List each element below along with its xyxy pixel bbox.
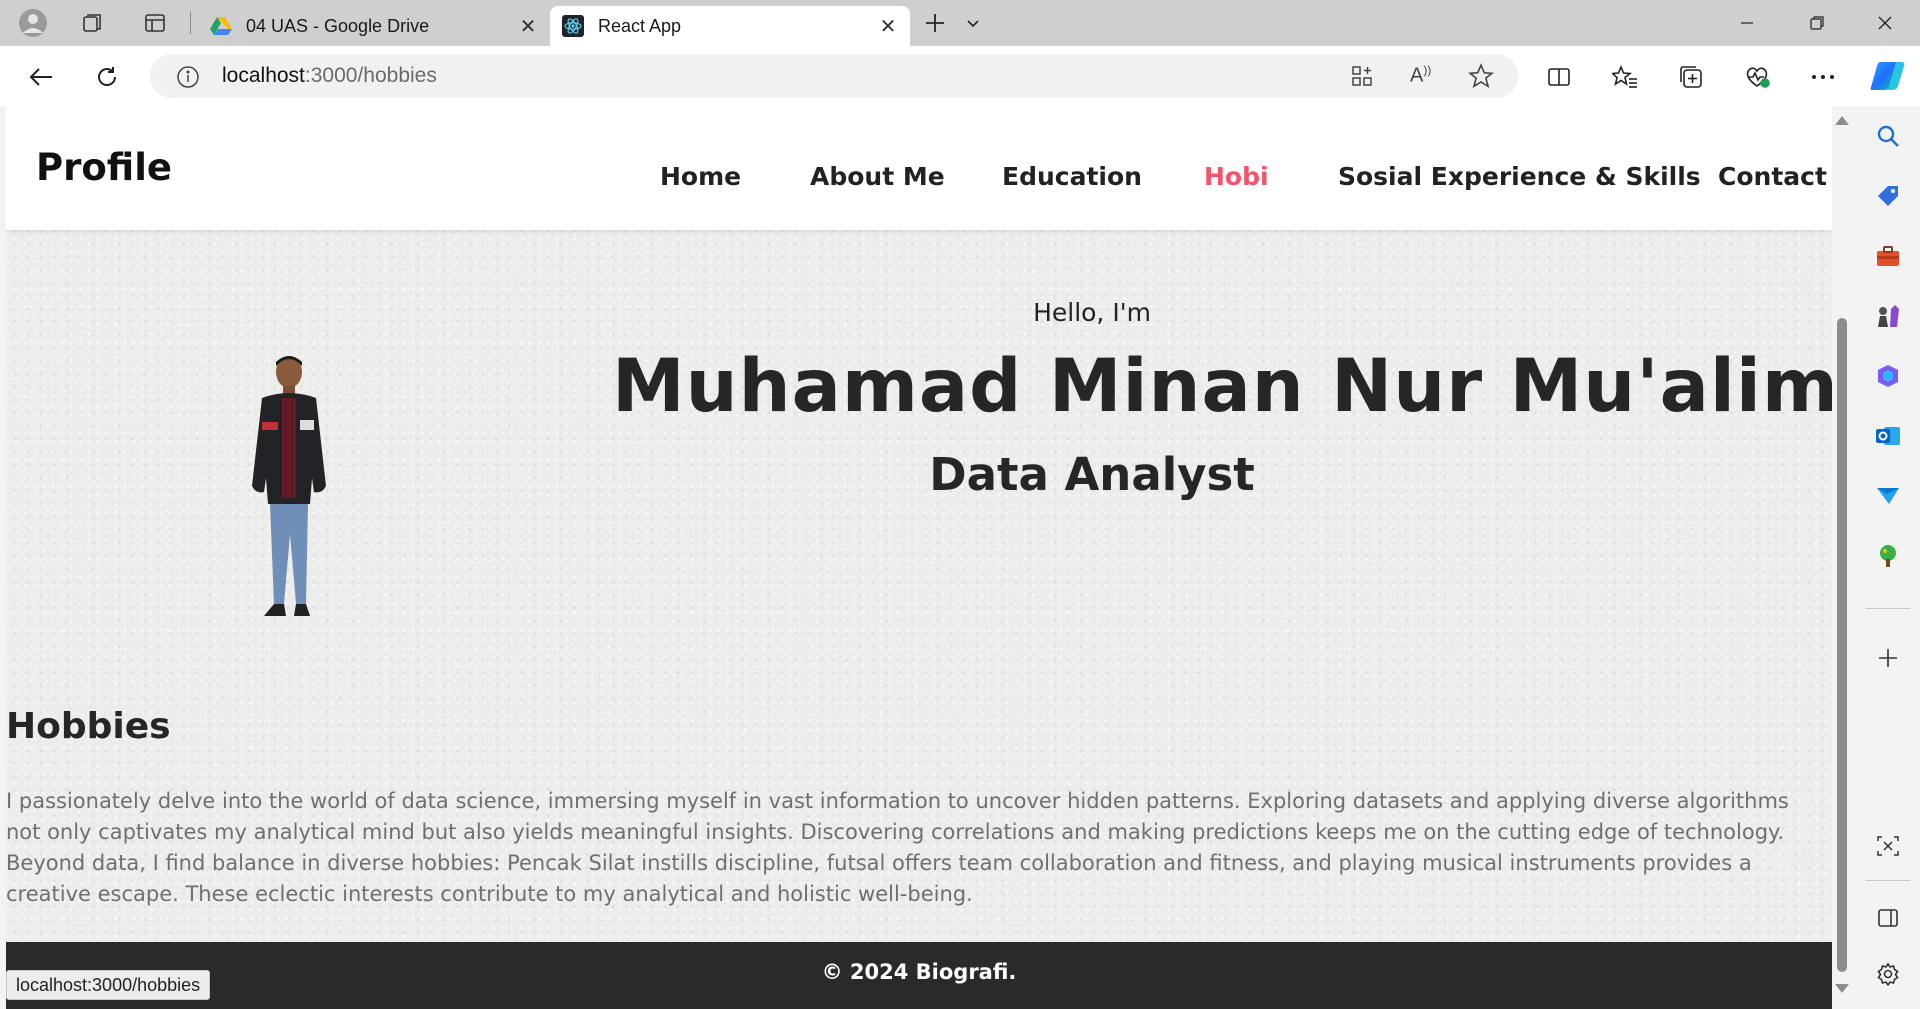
restore-icon[interactable] xyxy=(1784,0,1850,46)
url-path: :3000/hobbies xyxy=(304,64,437,87)
collections-icon[interactable] xyxy=(1674,60,1708,94)
sidebar-divider xyxy=(1866,880,1910,881)
scroll-thumb[interactable] xyxy=(1837,318,1847,972)
address-bar[interactable]: localhost:3000/hobbies A)) xyxy=(150,54,1518,98)
tab-title: 04 UAS - Google Drive xyxy=(246,15,430,36)
site-brand[interactable]: Profile xyxy=(36,146,172,189)
scroll-down-arrow-icon[interactable] xyxy=(1835,984,1849,993)
hero-greeting: Hello, I'm xyxy=(1033,298,1151,327)
footer-copyright: © 2024 Biografi. xyxy=(821,960,1017,984)
copilot-icon[interactable] xyxy=(1868,56,1908,96)
google-drive-icon xyxy=(210,15,232,37)
browser-toolbar: localhost:3000/hobbies A)) xyxy=(0,46,1920,106)
settings-gear-icon[interactable] xyxy=(1872,958,1904,990)
nav-education[interactable]: Education xyxy=(1002,162,1142,191)
tools-briefcase-icon[interactable] xyxy=(1872,240,1904,272)
close-tab-icon[interactable]: ✕ xyxy=(514,14,542,39)
tab-google-drive[interactable]: 04 UAS - Google Drive ✕ xyxy=(198,6,550,46)
refresh-icon[interactable] xyxy=(90,60,124,94)
add-sidebar-app-icon[interactable] xyxy=(1872,642,1904,674)
close-window-icon[interactable] xyxy=(1852,0,1918,46)
close-tab-icon[interactable]: ✕ xyxy=(874,14,902,39)
react-icon xyxy=(562,15,584,37)
shopping-tag-icon[interactable] xyxy=(1872,180,1904,212)
back-arrow-icon[interactable] xyxy=(24,60,58,94)
tab-separator xyxy=(190,12,191,34)
url-text[interactable]: localhost:3000/hobbies xyxy=(222,64,437,88)
tab-list-chevron-icon[interactable] xyxy=(958,8,988,38)
nav-home[interactable]: Home xyxy=(660,162,741,191)
search-icon[interactable] xyxy=(1872,120,1904,152)
tree-app-icon[interactable] xyxy=(1872,540,1904,572)
hobbies-heading: Hobbies xyxy=(6,706,171,747)
page-viewport: Profile Home About Me Education Hobi Sos… xyxy=(6,106,1832,1009)
browser-tab-strip: 04 UAS - Google Drive ✕ React App ✕ xyxy=(0,0,1920,46)
site-footer: © 2024 Biografi. xyxy=(6,942,1832,1009)
favorites-icon[interactable] xyxy=(1608,60,1642,94)
favorite-star-icon[interactable] xyxy=(1468,63,1494,93)
read-aloud-icon[interactable]: A)) xyxy=(1410,63,1431,88)
app-available-icon[interactable] xyxy=(1350,64,1374,92)
hero-name: Muhamad Minan Nur Mu'alim xyxy=(612,344,1832,429)
new-tab-icon[interactable] xyxy=(920,8,950,38)
tab-title: React App xyxy=(598,15,682,36)
url-host: localhost xyxy=(222,64,305,87)
edge-sidebar xyxy=(1856,106,1920,1009)
profile-avatar-icon[interactable] xyxy=(18,8,48,38)
hero-role: Data Analyst xyxy=(929,448,1255,501)
games-chess-icon[interactable] xyxy=(1872,300,1904,332)
workspaces-icon[interactable] xyxy=(78,8,108,38)
tab-actions-icon[interactable] xyxy=(140,8,170,38)
tab-react-app[interactable]: React App ✕ xyxy=(550,6,910,46)
sidebar-divider xyxy=(1866,608,1910,609)
site-info-icon[interactable] xyxy=(176,65,200,93)
nav-about-me[interactable]: About Me xyxy=(810,162,945,191)
browser-essentials-icon[interactable] xyxy=(1740,60,1774,94)
status-url-tooltip: localhost:3000/hobbies xyxy=(6,970,211,1000)
scroll-up-arrow-icon[interactable] xyxy=(1835,116,1849,125)
page-scrollbar[interactable] xyxy=(1832,106,1852,1009)
split-screen-icon[interactable] xyxy=(1542,60,1576,94)
site-header: Profile Home About Me Education Hobi Sos… xyxy=(6,106,1832,230)
hide-sidebar-icon[interactable] xyxy=(1872,902,1904,934)
nav-contact[interactable]: Contact xyxy=(1718,162,1827,191)
minimize-icon[interactable] xyxy=(1714,0,1780,46)
more-options-icon[interactable] xyxy=(1806,60,1840,94)
hobbies-paragraph: I passionately delve into the world of d… xyxy=(6,789,1789,906)
nav-hobi[interactable]: Hobi xyxy=(1204,162,1269,191)
drop-send-icon[interactable] xyxy=(1872,480,1904,512)
microsoft-365-icon[interactable] xyxy=(1872,360,1904,392)
outlook-icon[interactable] xyxy=(1872,420,1904,452)
screenshot-capture-icon[interactable] xyxy=(1872,830,1904,862)
nav-social-experience-skills[interactable]: Sosial Experience & Skills xyxy=(1338,162,1701,191)
